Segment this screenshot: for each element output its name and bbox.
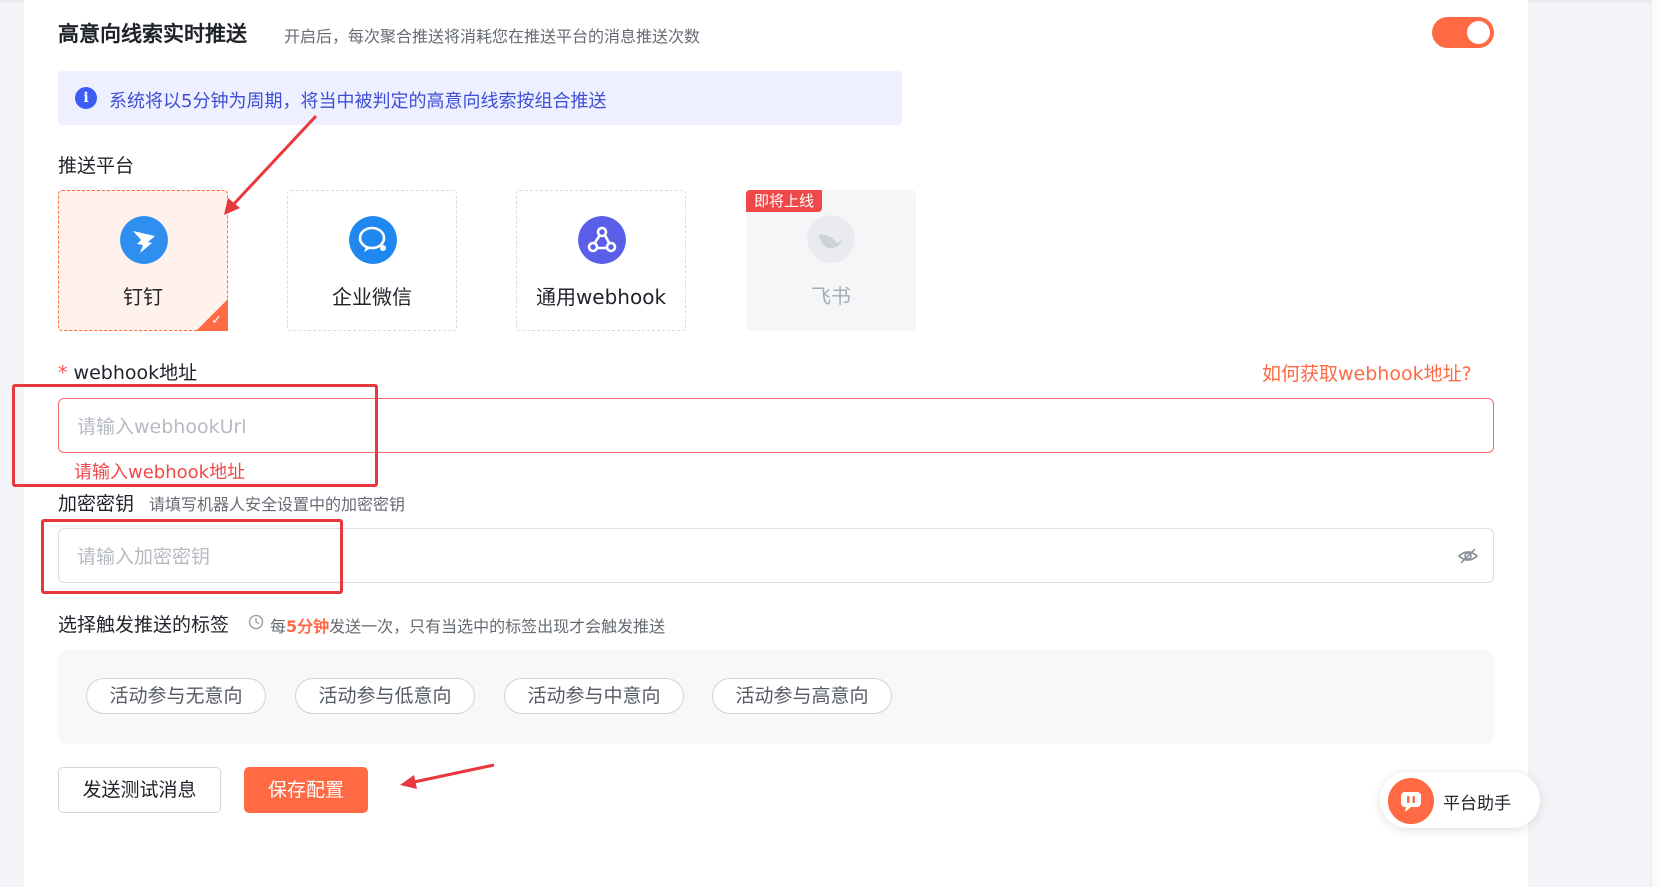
tags-hint: 每5分钟发送一次，只有当选中的标签出现才会触发推送 xyxy=(270,613,665,637)
tags-hint-highlight: 5分钟 xyxy=(286,617,330,636)
platform-card-dingtalk[interactable]: 钉钉 ✓ xyxy=(58,190,228,331)
annotation-box xyxy=(41,519,343,594)
secret-label: 加密密钥 xyxy=(58,493,135,515)
webhook-label: * webhook地址 xyxy=(58,358,197,385)
eye-hidden-icon[interactable] xyxy=(1457,546,1479,566)
annotation-box xyxy=(12,384,378,487)
info-icon: i xyxy=(75,87,97,109)
platform-card-wecom[interactable]: 企业微信 xyxy=(287,190,457,331)
platform-label: 推送平台 xyxy=(58,155,135,177)
assistant-button[interactable]: 平台助手 xyxy=(1380,772,1540,828)
toggle-knob xyxy=(1467,21,1490,44)
tag-option[interactable]: 活动参与高意向 xyxy=(712,678,892,714)
save-config-button[interactable]: 保存配置 xyxy=(244,767,368,813)
info-banner-text: 系统将以5分钟为周期，将当中被判定的高意向线索按组合推送 xyxy=(109,91,607,112)
clock-icon xyxy=(248,614,264,630)
coming-soon-badge: 即将上线 xyxy=(746,190,823,212)
platform-name: 通用webhook xyxy=(535,285,667,309)
page-subtitle: 开启后，每次聚合推送将消耗您在推送平台的消息推送次数 xyxy=(284,27,701,46)
platform-name: 企业微信 xyxy=(332,285,412,309)
send-test-button[interactable]: 发送测试消息 xyxy=(58,767,221,813)
feishu-icon xyxy=(807,215,855,263)
assistant-label: 平台助手 xyxy=(1443,794,1511,814)
check-icon: ✓ xyxy=(211,313,222,328)
info-banner: i 系统将以5分钟为周期，将当中被判定的高意向线索按组合推送 xyxy=(58,71,902,125)
tags-hint-prefix: 每 xyxy=(270,617,287,636)
wecom-icon xyxy=(349,216,397,264)
chat-icon xyxy=(1388,778,1434,824)
tag-option[interactable]: 活动参与无意向 xyxy=(86,678,266,714)
tag-option[interactable]: 活动参与中意向 xyxy=(504,678,684,714)
dingtalk-icon xyxy=(120,216,168,264)
platform-card-webhook[interactable]: 通用webhook xyxy=(516,190,686,331)
tag-option[interactable]: 活动参与低意向 xyxy=(295,678,475,714)
realtime-push-toggle[interactable] xyxy=(1432,17,1494,48)
required-mark: * xyxy=(58,362,68,384)
secret-hint: 请填写机器人安全设置中的加密密钥 xyxy=(149,495,406,514)
tags-label: 选择触发推送的标签 xyxy=(58,614,230,636)
platform-card-feishu: 飞书 即将上线 xyxy=(746,190,916,331)
tags-container: 活动参与无意向 活动参与低意向 活动参与中意向 活动参与高意向 xyxy=(58,650,1494,744)
webhook-label-text: webhook地址 xyxy=(73,362,198,384)
scrollbar-track[interactable] xyxy=(1651,0,1660,887)
page-title: 高意向线索实时推送 xyxy=(58,22,247,46)
tags-hint-suffix: 发送一次，只有当选中的标签出现才会触发推送 xyxy=(329,617,666,636)
webhook-help-link[interactable]: 如何获取webhook地址? xyxy=(1262,359,1472,386)
webhook-icon xyxy=(578,216,626,264)
platform-name: 飞书 xyxy=(811,284,851,308)
